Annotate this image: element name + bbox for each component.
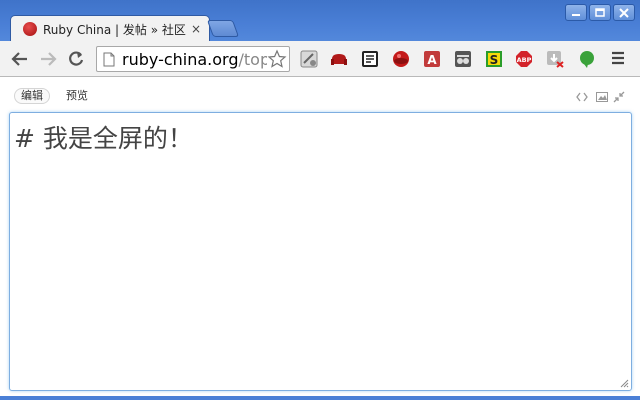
glasses-extension-icon[interactable] xyxy=(454,50,472,68)
adblock-plus-extension-icon[interactable]: ABP xyxy=(515,50,533,68)
window-bottom-border xyxy=(0,396,640,400)
note-extension-icon[interactable] xyxy=(361,50,379,68)
tab-title: Ruby China | 发帖 » 社区 xyxy=(43,22,186,37)
minimize-icon xyxy=(572,13,580,16)
address-bar[interactable]: ruby-china.org/top xyxy=(96,46,290,72)
resize-grip-icon[interactable] xyxy=(620,379,629,388)
browser-tab-active[interactable]: Ruby China | 发帖 » 社区 × xyxy=(10,15,210,42)
forward-arrow-icon xyxy=(41,52,57,66)
a-extension-label: A xyxy=(427,53,437,67)
page-icon xyxy=(103,52,115,67)
window-controls xyxy=(565,4,635,21)
chrome-menu-icon[interactable] xyxy=(611,51,625,65)
image-icon[interactable] xyxy=(596,91,608,103)
s-extension-label: S xyxy=(490,53,499,67)
editor-content: # 我是全屏的！ xyxy=(14,124,193,153)
ruby-china-favicon-icon xyxy=(23,22,37,36)
url-text: ruby-china.org/top xyxy=(122,50,271,69)
maximize-icon xyxy=(595,8,605,17)
bookmark-star-icon[interactable] xyxy=(267,49,287,69)
close-window-button[interactable] xyxy=(613,4,635,21)
maximize-button[interactable] xyxy=(589,4,611,21)
ruby-extension-icon[interactable] xyxy=(392,50,410,68)
tab-preview[interactable]: 预览 xyxy=(66,88,88,104)
download-x-extension-icon[interactable] xyxy=(546,50,564,68)
forward-button[interactable] xyxy=(38,49,58,69)
a-extension-icon[interactable]: A xyxy=(423,50,441,68)
tab-edit[interactable]: 编辑 xyxy=(14,88,50,104)
tab-close-icon[interactable]: × xyxy=(191,22,201,36)
s-extension-icon[interactable]: S xyxy=(485,50,503,68)
minimize-button[interactable] xyxy=(565,4,587,21)
editor-toolbar: 编辑 预览 xyxy=(0,77,640,111)
sofa-extension-icon[interactable] xyxy=(330,50,348,68)
back-arrow-icon xyxy=(11,52,27,66)
reload-icon xyxy=(69,51,84,66)
abp-label: ABP xyxy=(517,56,532,64)
browser-toolbar: ruby-china.org/top A S ABP xyxy=(0,41,640,77)
back-button[interactable] xyxy=(10,49,30,69)
evernote-extension-icon[interactable] xyxy=(578,50,596,68)
close-icon xyxy=(619,7,629,18)
image-edit-extension-icon[interactable] xyxy=(300,50,318,68)
fullscreen-editor-textarea[interactable]: # 我是全屏的！ xyxy=(9,112,632,391)
code-icon[interactable] xyxy=(576,91,588,103)
reload-button[interactable] xyxy=(66,49,86,69)
exit-fullscreen-icon[interactable] xyxy=(613,91,625,103)
